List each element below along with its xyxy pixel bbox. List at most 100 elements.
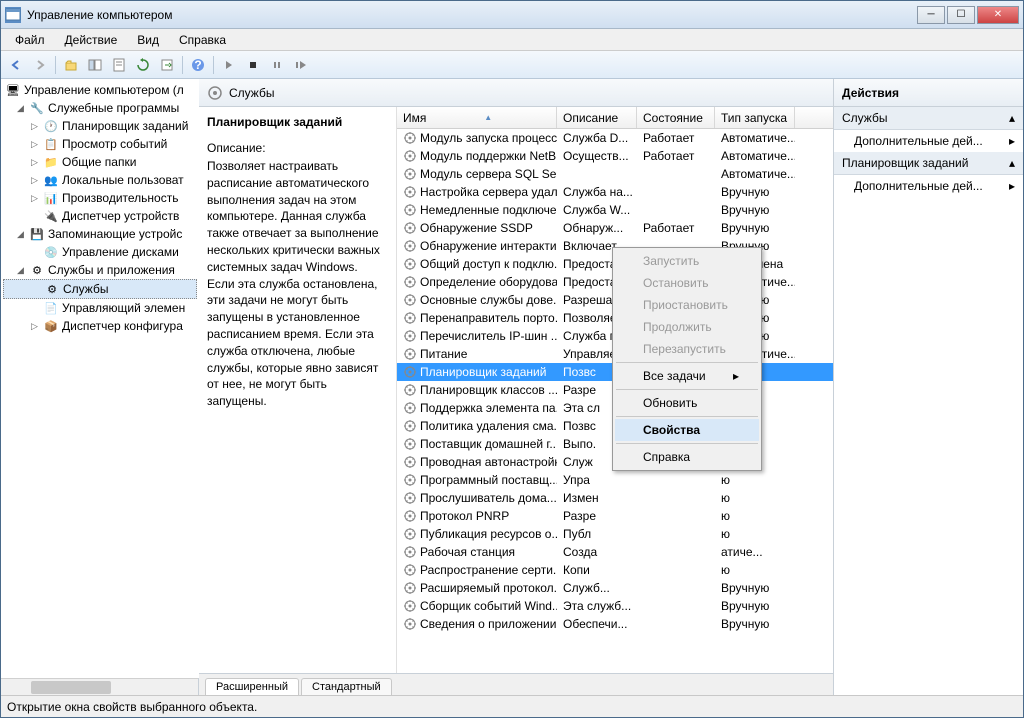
list-header: Имя▲ Описание Состояние Тип запуска — [397, 107, 833, 129]
collapse-icon[interactable]: ◢ — [17, 229, 29, 240]
main-window: Управление компьютером ─ ☐ ✕ Файл Действ… — [0, 0, 1024, 718]
tree-storage[interactable]: ◢💾Запоминающие устройс — [3, 225, 197, 243]
restart-button[interactable] — [290, 54, 312, 76]
devices-icon: 🔌 — [43, 208, 59, 224]
actions-more-scheduler[interactable]: Дополнительные дей...▸ — [834, 175, 1023, 197]
tree-events[interactable]: ▷📋Просмотр событий — [3, 135, 197, 153]
help-button[interactable]: ? — [187, 54, 209, 76]
ctx-pause[interactable]: Приостановить — [615, 294, 759, 316]
ctx-start[interactable]: Запустить — [615, 250, 759, 272]
tree-devices[interactable]: 🔌Диспетчер устройств — [3, 207, 197, 225]
collapse-icon[interactable]: ◢ — [17, 265, 29, 276]
service-row[interactable]: Модуль сервера SQL Ser...Автоматиче... — [397, 165, 833, 183]
column-state[interactable]: Состояние — [637, 107, 715, 128]
service-row[interactable]: Прослушиватель дома...Изменю — [397, 489, 833, 507]
tab-extended[interactable]: Расширенный — [205, 678, 299, 695]
column-startup[interactable]: Тип запуска — [715, 107, 795, 128]
center-body: Планировщик заданий Описание: Позволяет … — [199, 107, 833, 673]
refresh-button[interactable] — [132, 54, 154, 76]
service-name-cell: Поставщик домашней г... — [397, 436, 557, 452]
play-button[interactable] — [218, 54, 240, 76]
scrollbar-thumb[interactable] — [31, 681, 111, 694]
tree-services-apps[interactable]: ◢⚙Службы и приложения — [3, 261, 197, 279]
tree-system-tools[interactable]: ◢🔧Служебные программы — [3, 99, 197, 117]
tree-root[interactable]: 🖥Управление компьютером (л — [3, 81, 197, 99]
ctx-all-tasks[interactable]: Все задачи▸ — [615, 365, 759, 387]
column-description[interactable]: Описание — [557, 107, 637, 128]
service-name-cell: Прослушиватель дома... — [397, 490, 557, 506]
folder-icon: 📁 — [43, 154, 59, 170]
collapse-icon[interactable]: ◢ — [17, 103, 29, 114]
ctx-properties[interactable]: Свойства — [615, 419, 759, 441]
ctx-resume[interactable]: Продолжить — [615, 316, 759, 338]
tree-services[interactable]: ⚙Службы — [3, 279, 197, 299]
gear-icon — [207, 85, 223, 101]
ctx-help[interactable]: Справка — [615, 446, 759, 468]
tree-panel[interactable]: 🖥Управление компьютером (л ◢🔧Служебные п… — [1, 79, 199, 678]
service-state-cell — [637, 173, 715, 175]
users-icon: 👥 — [43, 172, 59, 188]
tree-wmi[interactable]: 📄Управляющий элемен — [3, 299, 197, 317]
menu-file[interactable]: Файл — [5, 31, 55, 49]
service-desc-cell — [557, 173, 637, 175]
service-desc-cell: Созда — [557, 544, 637, 560]
service-row[interactable]: Расширяемый протокол...Служб...Вручную — [397, 579, 833, 597]
service-name-cell: Политика удаления сма... — [397, 418, 557, 434]
close-button[interactable]: ✕ — [977, 6, 1019, 24]
tree-disks[interactable]: 💿Управление дисками — [3, 243, 197, 261]
properties-button[interactable] — [108, 54, 130, 76]
expand-icon[interactable]: ▷ — [31, 175, 43, 186]
column-name[interactable]: Имя▲ — [397, 107, 557, 128]
service-row[interactable]: Обнаружение SSDPОбнаруж...РаботаетВручну… — [397, 219, 833, 237]
menu-view[interactable]: Вид — [127, 31, 169, 49]
tools-icon: 🔧 — [29, 100, 45, 116]
service-row[interactable]: Распространение серти...Копию — [397, 561, 833, 579]
forward-button[interactable] — [29, 54, 51, 76]
expand-icon[interactable]: ▷ — [31, 157, 43, 168]
tree-scheduler[interactable]: ▷🕐Планировщик заданий — [3, 117, 197, 135]
ctx-stop[interactable]: Остановить — [615, 272, 759, 294]
action-label: Дополнительные дей... — [854, 179, 983, 193]
expand-icon[interactable]: ▷ — [31, 193, 43, 204]
service-row[interactable]: Немедленные подключе...Служба W...Вручну… — [397, 201, 833, 219]
service-row[interactable]: Модуль поддержки NetB...Осуществ...Работ… — [397, 147, 833, 165]
tab-standard[interactable]: Стандартный — [301, 678, 392, 695]
actions-section-services[interactable]: Службы▴ — [834, 107, 1023, 130]
expand-icon[interactable]: ▷ — [31, 139, 43, 150]
actions-section-scheduler[interactable]: Планировщик заданий▴ — [834, 152, 1023, 175]
service-row[interactable]: Модуль запуска процесс...Служба D...Рабо… — [397, 129, 833, 147]
ctx-restart[interactable]: Перезапустить — [615, 338, 759, 360]
stop-button[interactable] — [242, 54, 264, 76]
menu-help[interactable]: Справка — [169, 31, 236, 49]
titlebar: Управление компьютером ─ ☐ ✕ — [1, 1, 1023, 29]
tree-shared[interactable]: ▷📁Общие папки — [3, 153, 197, 171]
expand-icon[interactable]: ▷ — [31, 121, 43, 132]
tree-users[interactable]: ▷👥Локальные пользоват — [3, 171, 197, 189]
actions-more-services[interactable]: Дополнительные дей...▸ — [834, 130, 1023, 152]
section-label: Службы — [842, 111, 887, 125]
tree-performance[interactable]: ▷📊Производительность — [3, 189, 197, 207]
tree-label: Управляющий элемен — [62, 301, 185, 315]
up-button[interactable] — [60, 54, 82, 76]
tree-label: Служебные программы — [48, 101, 179, 115]
show-hide-button[interactable] — [84, 54, 106, 76]
ctx-refresh[interactable]: Обновить — [615, 392, 759, 414]
menu-action[interactable]: Действие — [55, 31, 128, 49]
maximize-button[interactable]: ☐ — [947, 6, 975, 24]
tree-horizontal-scrollbar[interactable] — [1, 678, 198, 695]
back-button[interactable] — [5, 54, 27, 76]
service-name-cell: Расширяемый протокол... — [397, 580, 557, 596]
expand-icon[interactable]: ▷ — [31, 321, 43, 332]
service-row[interactable]: Протокол PNRPРазрею — [397, 507, 833, 525]
export-button[interactable] — [156, 54, 178, 76]
service-row[interactable]: Настройка сервера удал...Служба на...Вру… — [397, 183, 833, 201]
action-label: Дополнительные дей... — [854, 134, 983, 148]
service-row[interactable]: Сборщик событий Wind...Эта служб...Вручн… — [397, 597, 833, 615]
pause-button[interactable] — [266, 54, 288, 76]
tree-config[interactable]: ▷📦Диспетчер конфигура — [3, 317, 197, 335]
service-row[interactable]: Публикация ресурсов о...Публю — [397, 525, 833, 543]
service-row[interactable]: Программный поставщ...Упраю — [397, 471, 833, 489]
service-row[interactable]: Рабочая станцияСоздаатиче... — [397, 543, 833, 561]
minimize-button[interactable]: ─ — [917, 6, 945, 24]
service-row[interactable]: Сведения о приложенииОбеспечи...Вручную — [397, 615, 833, 633]
